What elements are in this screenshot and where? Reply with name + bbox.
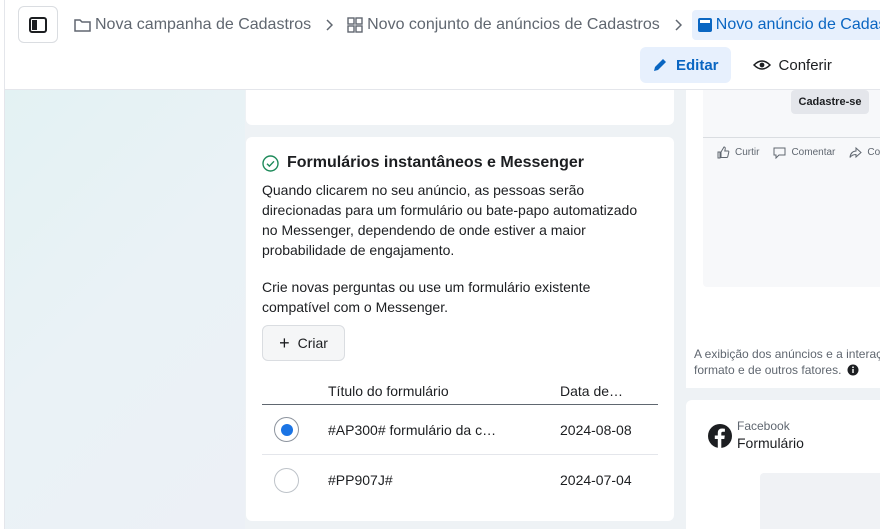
- form-title-cell: #AP300# formulário da c…: [328, 421, 497, 438]
- placement-type: Formulário: [737, 435, 804, 451]
- info-icon[interactable]: [847, 364, 859, 376]
- section-title: Formulários instantâneos e Messenger: [262, 154, 584, 172]
- folder-icon: [74, 19, 91, 32]
- pencil-icon: [654, 59, 666, 71]
- disclaimer-line-1: A exibição dos anúncios e a interaç: [694, 347, 880, 361]
- ad-preview-post: [703, 90, 880, 287]
- tab-review[interactable]: Conferir: [741, 47, 844, 83]
- disclaimer-line-2: formato e de outros fatores.: [694, 363, 842, 377]
- create-form-button[interactable]: + Criar: [262, 325, 345, 361]
- placement-platform: Facebook: [737, 419, 790, 433]
- check-circle-icon: [262, 154, 279, 172]
- thumbs-up-icon: [717, 146, 730, 159]
- facebook-icon: [708, 424, 732, 448]
- section-description: Quando clicarem no seu anúncio, as pesso…: [262, 182, 638, 258]
- ad-icon: [697, 18, 712, 32]
- like-action: Curtir: [717, 146, 759, 159]
- form-date-cell: 2024-08-08: [560, 421, 632, 438]
- post-actions: Curtir Comentar Cor: [717, 146, 880, 159]
- tab-edit[interactable]: Editar: [640, 47, 731, 83]
- plus-icon: +: [279, 333, 290, 353]
- preview-disclaimer: A exibição dos anúncios e a interaç form…: [694, 346, 880, 378]
- comment-action: Comentar: [773, 146, 835, 159]
- previous-section-card: [246, 90, 674, 125]
- chevron-right-icon: [674, 19, 682, 31]
- instant-forms-card: Formulários instantâneos e Messenger Qua…: [246, 137, 674, 521]
- form-title-cell: #PP907J#: [328, 472, 393, 488]
- grid-icon: [347, 17, 363, 33]
- breadcrumb-ad[interactable]: Novo anúncio de Cadastr: [691, 10, 880, 40]
- chevron-right-icon: [325, 19, 334, 31]
- like-label: Curtir: [735, 147, 760, 158]
- share-label: Cor: [867, 147, 880, 158]
- sidebar-toggle-button[interactable]: [18, 6, 58, 43]
- breadcrumb-campaign-label: Nova campanha de Cadastros: [95, 16, 312, 33]
- form-radio-selected[interactable]: [274, 417, 299, 442]
- comment-label: Comentar: [791, 147, 836, 158]
- breadcrumb-campaign[interactable]: Nova campanha de Cadastros: [70, 10, 315, 40]
- forms-table: Título do formulário Data de… #AP300# fo…: [262, 377, 658, 505]
- create-form-button-label: Criar: [297, 335, 328, 351]
- column-header-date: Data de…: [560, 382, 624, 399]
- form-date-cell: 2024-07-04: [560, 472, 632, 488]
- table-row[interactable]: #PP907J# 2024-07-04: [262, 455, 658, 505]
- breadcrumb-ad-label: Novo anúncio de Cadastr: [715, 16, 880, 33]
- form-radio[interactable]: [274, 467, 299, 493]
- left-edge: [0, 0, 5, 529]
- tab-review-label: Conferir: [778, 56, 832, 74]
- background-panel: [5, 90, 245, 529]
- table-header: Título do formulário Data de…: [262, 377, 658, 405]
- sidebar-toggle-icon: [29, 16, 47, 33]
- top-bar: Nova campanha de Cadastros Novo conjunto…: [0, 0, 880, 90]
- column-header-title: Título do formulário: [328, 382, 449, 399]
- section-instruction: Crie novas perguntas ou use um formulári…: [262, 279, 591, 315]
- breadcrumb-ad-set[interactable]: Novo conjunto de anúncios de Cadastros: [343, 10, 664, 40]
- share-icon: [849, 146, 863, 159]
- breadcrumb-ad-set-label: Novo conjunto de anúncios de Cadastros: [367, 16, 660, 33]
- tab-edit-label: Editar: [676, 56, 719, 74]
- mode-tabs: Editar Conferir: [640, 47, 844, 83]
- eye-icon: [752, 60, 771, 70]
- share-action: Cor: [849, 146, 880, 159]
- preview-cta-button: Cadastre-se: [791, 90, 869, 114]
- breadcrumb: Nova campanha de Cadastros Novo conjunto…: [70, 10, 880, 40]
- table-row[interactable]: #AP300# formulário da c… 2024-08-08: [262, 405, 658, 455]
- section-title-text: Formulários instantâneos e Messenger: [287, 154, 584, 171]
- divider: [703, 137, 880, 138]
- comment-icon: [773, 147, 786, 159]
- placement-thumbnail: [760, 473, 880, 529]
